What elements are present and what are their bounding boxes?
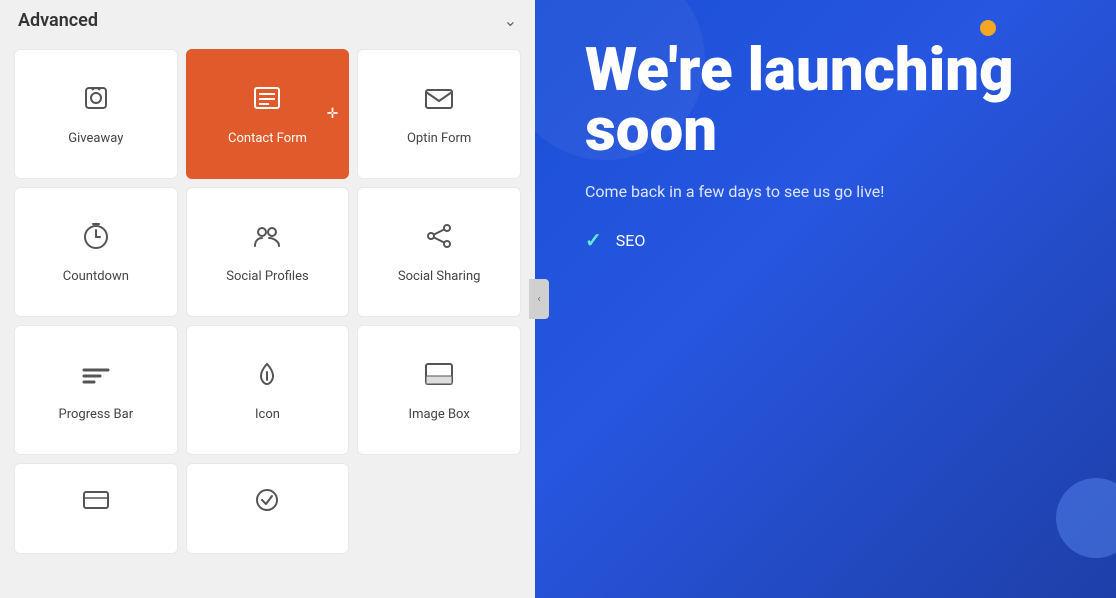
social-sharing-icon [423,220,455,259]
move-cursor-icon: ✛ [327,106,339,122]
feature-item-seo: ✓ SEO [585,228,1066,252]
widget-item-contact-form[interactable]: Contact Form ✛ [186,49,350,179]
image-box-icon [423,358,455,397]
contact-form-label: Contact Form [228,131,307,146]
left-panel: Advanced ⌄ Giveaway [0,0,535,598]
widget-item-partial-1[interactable] [14,463,178,554]
countdown-icon [80,220,112,259]
social-sharing-label: Social Sharing [398,269,481,284]
right-panel: We're launching soon Come back in a few … [535,0,1116,598]
partial-icon-1 [80,484,112,523]
progress-bar-label: Progress Bar [59,407,134,422]
widget-item-image-box[interactable]: Image Box [357,325,521,455]
optin-form-icon [423,82,455,121]
blue-circle-decoration [1056,478,1116,558]
panel-collapse-handle[interactable]: ‹ [529,279,549,319]
widget-item-social-profiles[interactable]: Social Profiles [186,187,350,317]
giveaway-icon [80,82,112,121]
orange-dot-decoration [980,20,996,36]
feature-list: ✓ SEO [585,228,1066,260]
contact-form-icon [251,82,283,121]
optin-form-label: Optin Form [407,131,471,146]
panel-title: Advanced [18,10,98,31]
hero-subtitle: Come back in a few days to see us go liv… [585,180,965,204]
panel-header: Advanced ⌄ [0,0,535,41]
widget-item-optin-form[interactable]: Optin Form [357,49,521,179]
partial-icon-2 [251,484,283,523]
countdown-label: Countdown [63,269,129,284]
widget-grid: Giveaway Contact Form ✛ [0,41,535,562]
check-icon: ✓ [585,228,602,252]
widget-item-progress-bar[interactable]: Progress Bar [14,325,178,455]
feature-text-seo: SEO [616,231,646,250]
chevron-down-icon[interactable]: ⌄ [504,11,517,30]
social-profiles-icon [251,220,283,259]
image-box-label: Image Box [409,407,470,422]
widget-item-social-sharing[interactable]: Social Sharing [357,187,521,317]
icon-label: Icon [255,407,280,422]
widget-item-countdown[interactable]: Countdown [14,187,178,317]
widget-item-icon[interactable]: Icon [186,325,350,455]
social-profiles-label: Social Profiles [226,269,308,284]
widget-item-partial-2[interactable] [186,463,350,554]
giveaway-label: Giveaway [68,131,123,146]
widget-item-giveaway[interactable]: Giveaway [14,49,178,179]
collapse-icon: ‹ [537,294,540,305]
hero-title: We're launching soon [585,40,1066,160]
icon-icon [251,358,283,397]
progress-bar-icon [80,358,112,397]
